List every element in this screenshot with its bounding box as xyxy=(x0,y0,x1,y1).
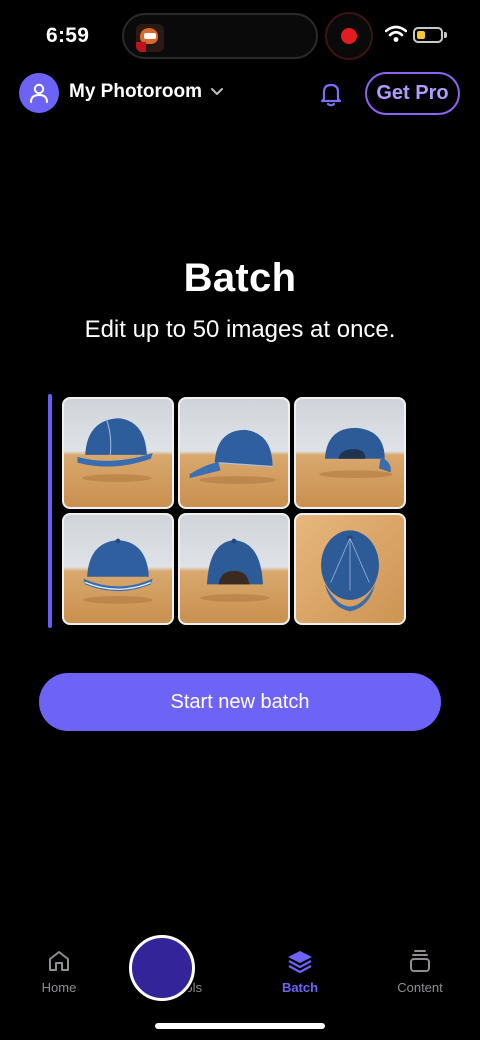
cap-image-side xyxy=(178,397,290,509)
cap-image-front xyxy=(62,513,174,625)
dynamic-island xyxy=(122,13,318,59)
sample-image-grid xyxy=(62,397,406,625)
tab-content[interactable]: Content xyxy=(375,948,465,995)
battery-level xyxy=(417,31,425,39)
avatar[interactable] xyxy=(19,73,59,113)
screen-recording-indicator xyxy=(325,12,373,60)
cap-image-back xyxy=(294,397,406,509)
cap-image-top xyxy=(294,513,406,625)
live-activity-app-icon xyxy=(136,24,164,52)
stack-icon xyxy=(410,950,430,972)
battery-icon xyxy=(413,27,443,43)
layers-icon xyxy=(288,951,312,974)
tab-batch[interactable]: Batch xyxy=(255,948,345,995)
tab-label: Content xyxy=(397,980,443,995)
page-title: Batch xyxy=(183,256,297,300)
user-icon xyxy=(30,83,48,103)
page-subtitle: Edit up to 50 images at once. xyxy=(84,316,396,343)
status-bar: 6:59 xyxy=(0,0,480,70)
chevron-down-icon xyxy=(211,88,223,95)
tab-label: Home xyxy=(41,980,77,995)
app-header: My Photoroom Get Pro xyxy=(0,72,480,116)
workspace-switcher[interactable]: My Photoroom xyxy=(69,81,224,103)
accent-bar xyxy=(48,394,52,628)
get-pro-button[interactable]: Get Pro xyxy=(365,72,460,115)
home-indicator[interactable] xyxy=(155,1023,325,1029)
status-time: 6:59 xyxy=(46,24,90,47)
tab-label: Batch xyxy=(281,980,319,995)
workspace-name: My Photoroom xyxy=(69,81,202,102)
bell-icon[interactable] xyxy=(317,80,345,108)
start-new-batch-button[interactable]: Start new batch xyxy=(39,673,441,731)
bottom-tab-bar: Home AI Tools Batch Content xyxy=(0,930,480,1010)
wifi-icon xyxy=(385,25,407,42)
floating-action-button[interactable] xyxy=(129,935,195,1001)
home-icon xyxy=(49,951,69,971)
record-dot-icon xyxy=(341,28,357,44)
cap-image-front-left xyxy=(62,397,174,509)
cap-image-back-strap xyxy=(178,513,290,625)
tab-home[interactable]: Home xyxy=(14,948,104,995)
